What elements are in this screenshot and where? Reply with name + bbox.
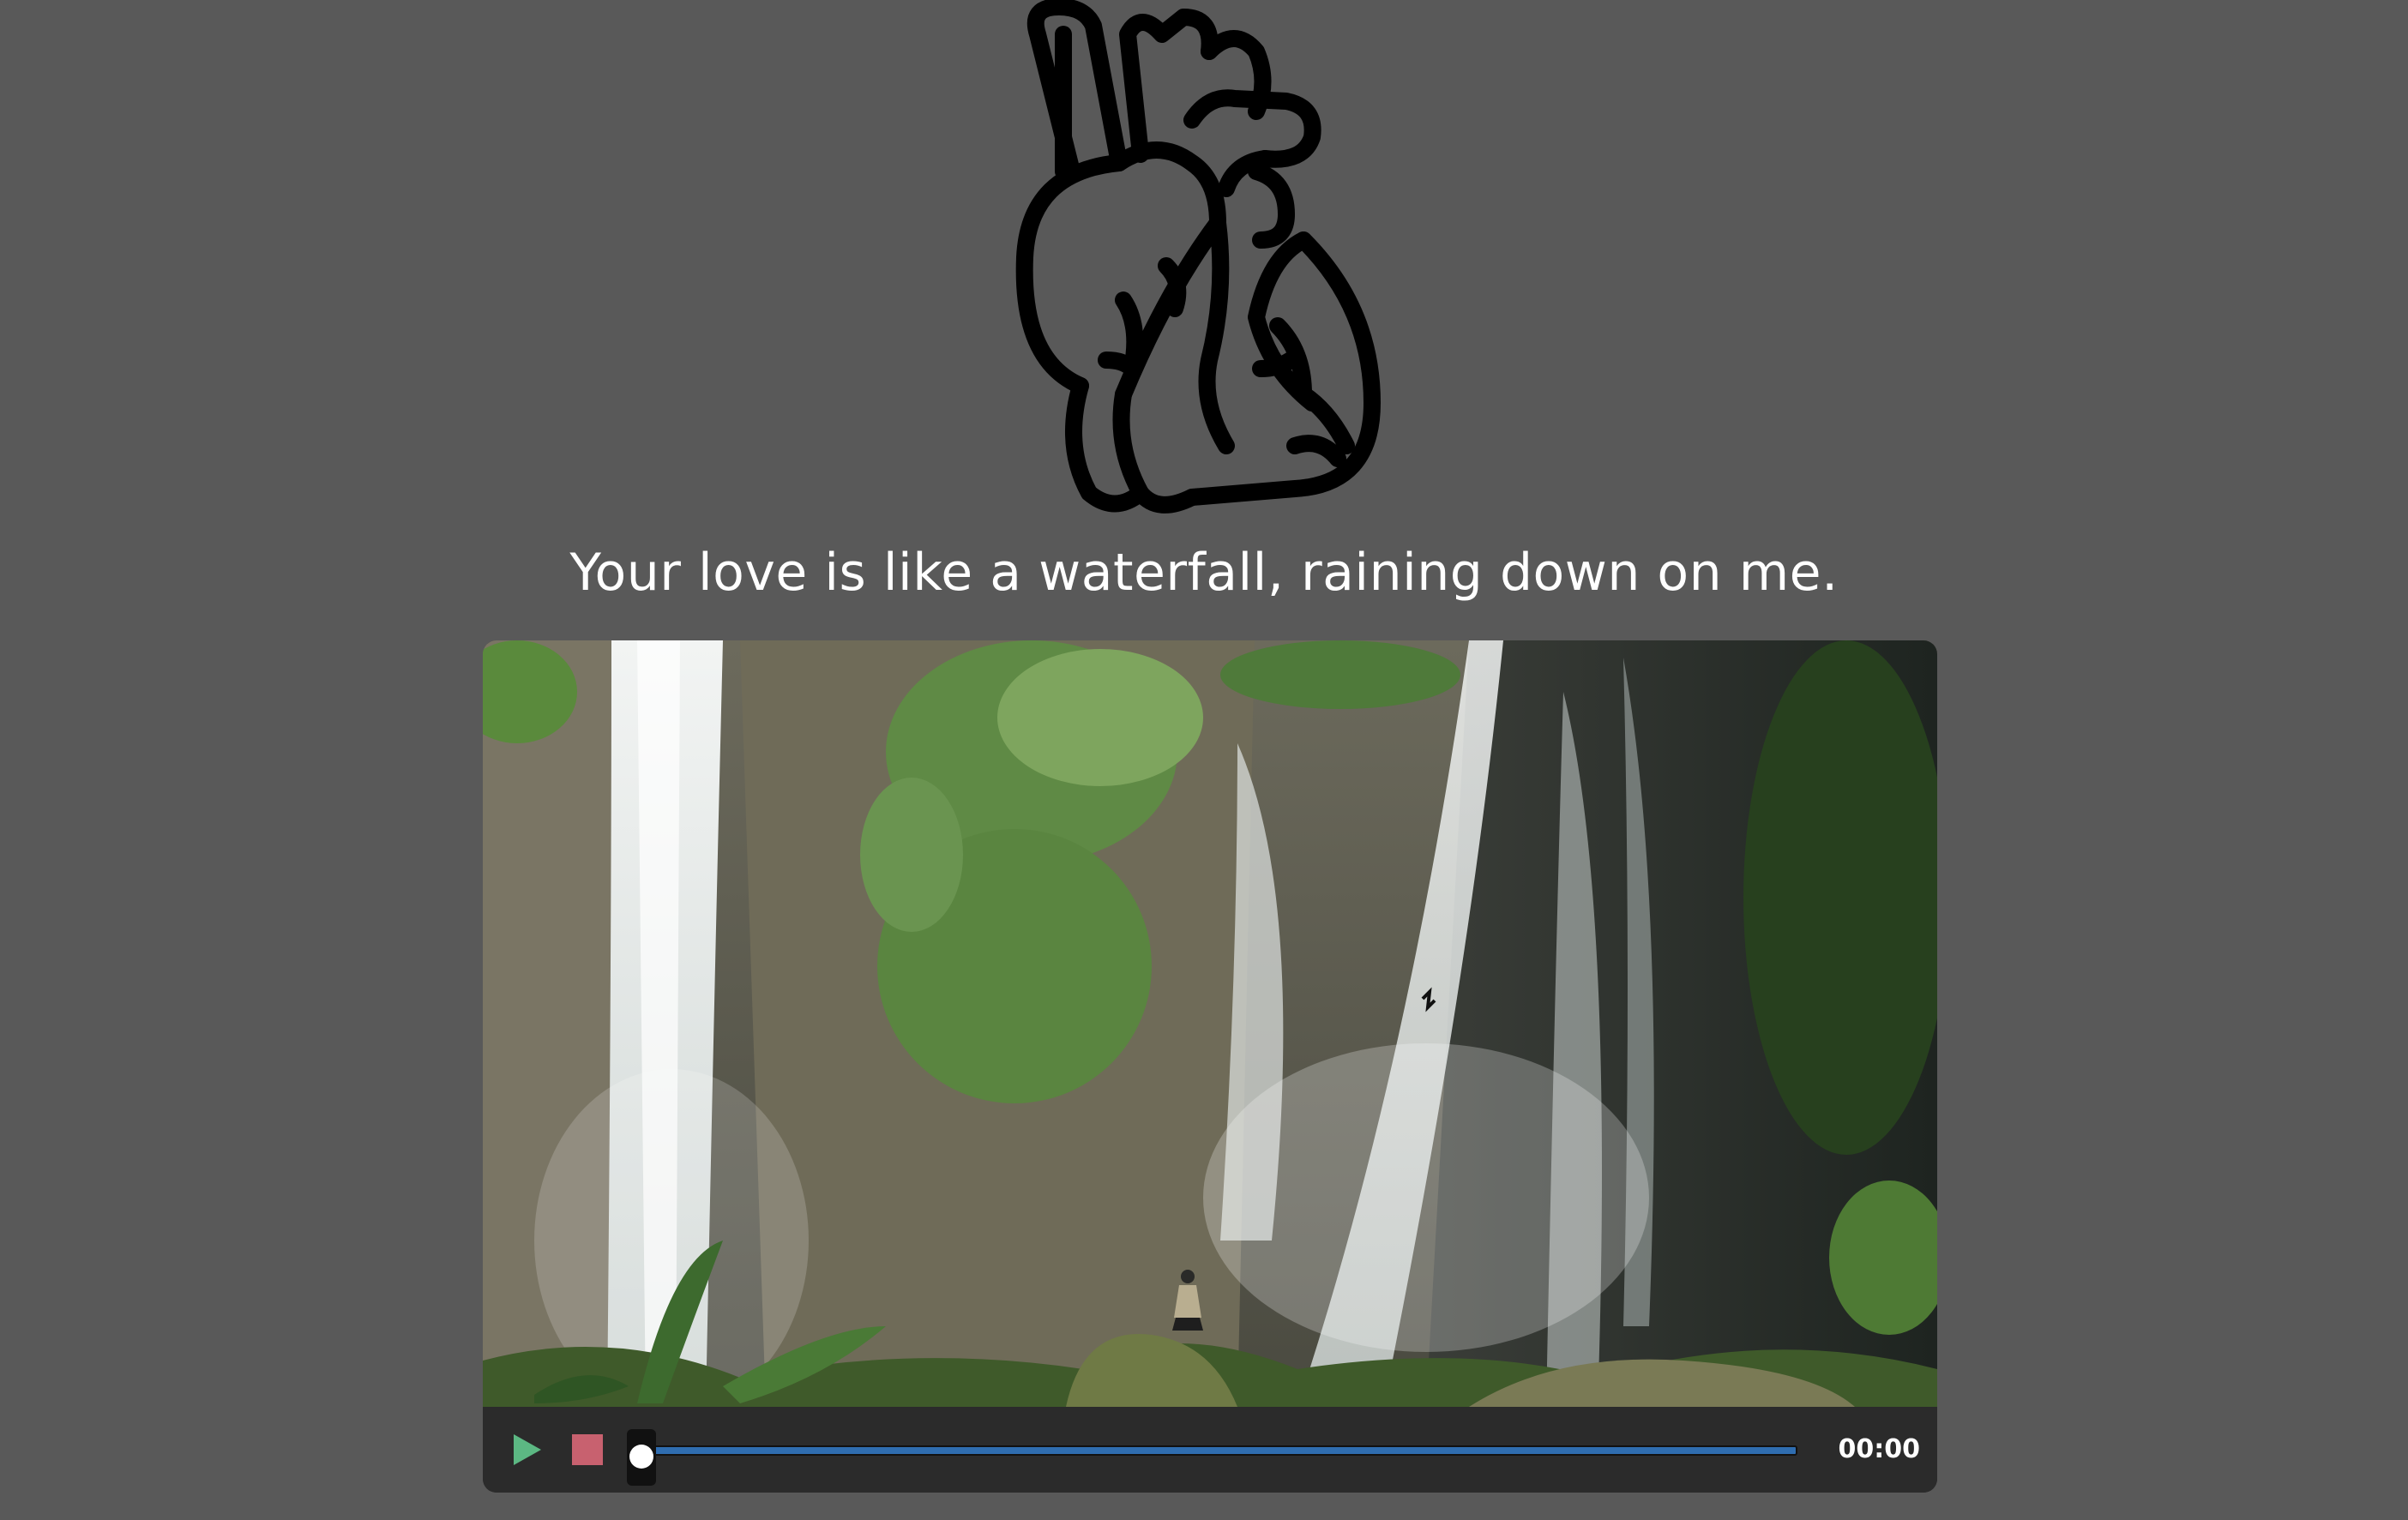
video-controls: 00:00 xyxy=(483,1407,1937,1493)
stop-icon[interactable] xyxy=(569,1431,606,1469)
anatomical-heart-icon xyxy=(1012,0,1406,514)
progress-track xyxy=(635,1445,1797,1456)
tagline: Your love is like a waterfall, raining d… xyxy=(569,543,1839,603)
progress-handle-dot xyxy=(629,1445,653,1469)
time-display: 00:00 xyxy=(1838,1434,1921,1464)
video-player[interactable]: 00:00 xyxy=(483,640,1937,1493)
progress-bar[interactable] xyxy=(627,1429,1797,1486)
waterfall-video-frame[interactable] xyxy=(483,640,1937,1407)
progress-handle[interactable] xyxy=(627,1429,656,1486)
page: Your love is like a waterfall, raining d… xyxy=(0,0,2408,1520)
play-icon[interactable] xyxy=(509,1431,546,1469)
